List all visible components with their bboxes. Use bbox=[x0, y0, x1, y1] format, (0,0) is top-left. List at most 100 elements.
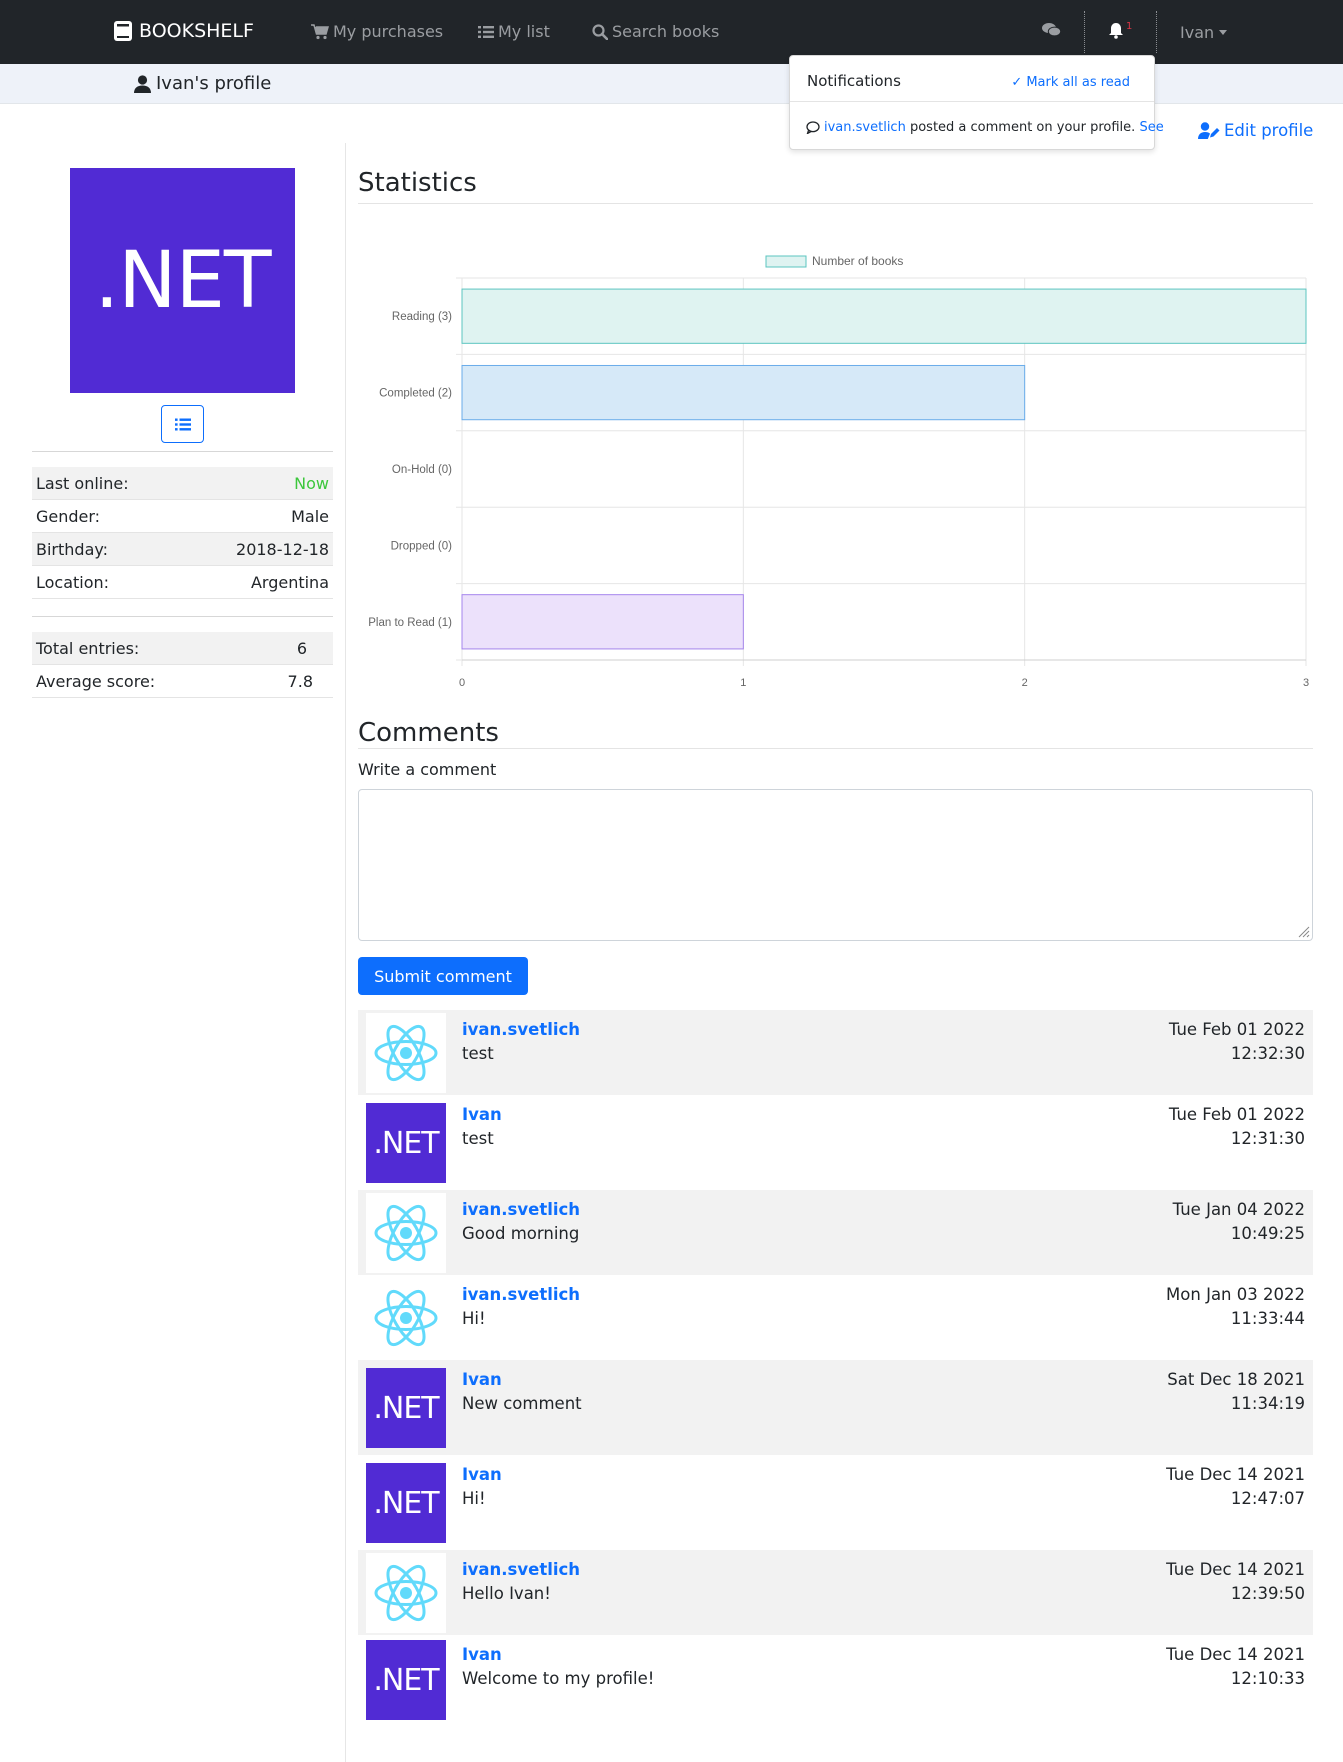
comment-text: New comment bbox=[462, 1394, 582, 1413]
comment-textarea[interactable] bbox=[358, 789, 1313, 941]
comments-icon[interactable] bbox=[1042, 22, 1061, 38]
nav-my-purchases-label: My purchases bbox=[333, 22, 444, 41]
comment-text: Hi! bbox=[462, 1489, 486, 1508]
page-title-text: Ivan's profile bbox=[156, 73, 272, 94]
list-icon bbox=[478, 25, 494, 38]
comment-user-link[interactable]: Ivan bbox=[462, 1105, 502, 1124]
comment-user-link[interactable]: Ivan bbox=[462, 1465, 502, 1484]
comment-user-link[interactable]: ivan.svetlich bbox=[462, 1020, 580, 1039]
comment-avatar[interactable] bbox=[366, 1013, 446, 1093]
divider bbox=[32, 616, 333, 617]
list-icon bbox=[174, 418, 191, 430]
info-row-location: Location: Argentina bbox=[32, 566, 333, 599]
x-tick-label: 0 bbox=[459, 677, 465, 689]
user-edit-icon bbox=[1198, 122, 1220, 139]
resize-grip-icon[interactable] bbox=[1296, 924, 1310, 938]
submit-comment-button[interactable]: Submit comment bbox=[358, 957, 528, 995]
user-menu-toggle[interactable]: Ivan bbox=[1180, 23, 1228, 42]
y-category-label: Reading (3) bbox=[392, 311, 452, 323]
info-row-birthday: Birthday: 2018-12-18 bbox=[32, 533, 333, 566]
edit-profile-link[interactable]: Edit profile bbox=[1198, 121, 1313, 140]
y-category-label: On-Hold (0) bbox=[392, 464, 452, 476]
page-title: Ivan's profile bbox=[134, 73, 271, 94]
comment-item: .NET Ivan New comment Sat Dec 18 2021 11:34:… bbox=[358, 1360, 1313, 1455]
notification-count: 1 bbox=[1126, 21, 1133, 32]
react-logo-icon bbox=[374, 1564, 438, 1622]
search-icon bbox=[592, 23, 608, 40]
comment-date: Tue Dec 14 2021 bbox=[1166, 1645, 1305, 1664]
comment-date: Tue Feb 01 2022 bbox=[1168, 1105, 1305, 1124]
comment-avatar[interactable]: .NET bbox=[366, 1463, 446, 1543]
notification-see-link[interactable]: See bbox=[1139, 120, 1163, 135]
bell-icon[interactable] bbox=[1108, 22, 1124, 39]
nav-my-list[interactable]: My list bbox=[478, 22, 550, 41]
legend-label: Number of books bbox=[812, 254, 903, 268]
cart-icon bbox=[311, 23, 329, 39]
comment-user-link[interactable]: ivan.svetlich bbox=[462, 1200, 580, 1219]
x-tick-label: 1 bbox=[740, 677, 746, 689]
bar bbox=[461, 364, 1026, 421]
comment-text: Hi! bbox=[462, 1309, 486, 1328]
nav-my-purchases[interactable]: My purchases bbox=[311, 22, 443, 41]
comment-date: Tue Jan 04 2022 bbox=[1172, 1200, 1305, 1219]
info-value: 2018-12-18 bbox=[236, 540, 329, 559]
comment-avatar[interactable]: .NET bbox=[366, 1103, 446, 1183]
comment-avatar[interactable] bbox=[366, 1278, 446, 1358]
comment-item: ivan.svetlich Hi! Mon Jan 03 2022 11:33:44 bbox=[358, 1275, 1313, 1360]
comments-heading: Comments bbox=[358, 718, 499, 748]
edit-profile-label: Edit profile bbox=[1224, 121, 1314, 140]
caret-down-icon bbox=[1219, 29, 1228, 35]
comment-date: Mon Jan 03 2022 bbox=[1166, 1285, 1305, 1304]
notifications-header: Notifications ✓ Mark all as read bbox=[790, 56, 1154, 102]
profile-avatar: .NET bbox=[70, 168, 295, 393]
book-icon bbox=[114, 21, 132, 41]
notifications-dropdown: Notifications ✓ Mark all as read ivan.sv… bbox=[789, 55, 1164, 150]
comment-user-link[interactable]: ivan.svetlich bbox=[462, 1285, 580, 1304]
comment-user-link[interactable]: Ivan bbox=[462, 1370, 502, 1389]
comment-avatar[interactable]: .NET bbox=[366, 1640, 446, 1720]
info-row-last-online: Last online: Now bbox=[32, 467, 333, 500]
x-tick-label: 2 bbox=[1022, 677, 1028, 689]
x-tick-label: 3 bbox=[1303, 677, 1309, 689]
comment-time: 11:34:19 bbox=[1230, 1394, 1305, 1413]
statistics-heading: Statistics bbox=[358, 168, 477, 198]
y-category-label: Dropped (0) bbox=[391, 540, 453, 552]
comment-time: 12:32:30 bbox=[1230, 1044, 1305, 1063]
notification-item: ivan.svetlich posted a comment on your p… bbox=[806, 120, 1164, 135]
view-list-button[interactable] bbox=[161, 405, 204, 443]
nav-search-books[interactable]: Search books bbox=[592, 22, 719, 41]
user-icon bbox=[134, 74, 151, 93]
nav-divider bbox=[1084, 11, 1085, 53]
notification-user-link[interactable]: ivan.svetlich bbox=[824, 120, 906, 135]
heading-rule bbox=[358, 748, 1313, 749]
mark-all-read-link[interactable]: ✓ Mark all as read bbox=[1011, 75, 1130, 90]
comment-avatar[interactable] bbox=[366, 1553, 446, 1633]
bar bbox=[461, 288, 1307, 344]
stat-row-total-entries: Total entries: 6 bbox=[32, 632, 333, 665]
column-divider bbox=[345, 143, 346, 1762]
comment-item: .NET Ivan Hi! Tue Dec 14 2021 12:47:07 bbox=[358, 1455, 1313, 1550]
comment-text: Welcome to my profile! bbox=[462, 1669, 655, 1688]
info-row-gender: Gender: Male bbox=[32, 500, 333, 533]
brand-link[interactable]: BOOKSHELF bbox=[114, 20, 254, 42]
comment-avatar[interactable]: .NET bbox=[366, 1368, 446, 1448]
comment-avatar[interactable] bbox=[366, 1193, 446, 1273]
comment-user-link[interactable]: ivan.svetlich bbox=[462, 1560, 580, 1579]
comment-time: 11:33:44 bbox=[1230, 1309, 1305, 1328]
info-key: Last online: bbox=[36, 474, 129, 493]
comment-item: ivan.svetlich test Tue Feb 01 2022 12:32:30 bbox=[358, 1010, 1313, 1095]
y-category-label: Completed (2) bbox=[379, 388, 452, 400]
brand-label: BOOKSHELF bbox=[139, 20, 254, 42]
y-category-label: Plan to Read (1) bbox=[368, 617, 452, 629]
statistics-chart: Number of books 0 1 2 3 Reading (3) Completed … bbox=[368, 254, 1309, 689]
info-value: Argentina bbox=[250, 573, 329, 592]
user-menu-label: Ivan bbox=[1180, 23, 1215, 42]
comment-user-link[interactable]: Ivan bbox=[462, 1645, 502, 1664]
react-logo-icon bbox=[374, 1204, 438, 1262]
comment-item: .NET Ivan Welcome to my profile! Tue Dec 14… bbox=[358, 1635, 1313, 1725]
comment-date: Tue Dec 14 2021 bbox=[1166, 1465, 1305, 1484]
stat-key: Total entries: bbox=[36, 639, 140, 658]
comment-text: Hello Ivan! bbox=[462, 1584, 551, 1603]
comment-item: .NET Ivan test Tue Feb 01 2022 12:31:30 bbox=[358, 1095, 1313, 1190]
comment-time: 12:31:30 bbox=[1230, 1129, 1305, 1148]
